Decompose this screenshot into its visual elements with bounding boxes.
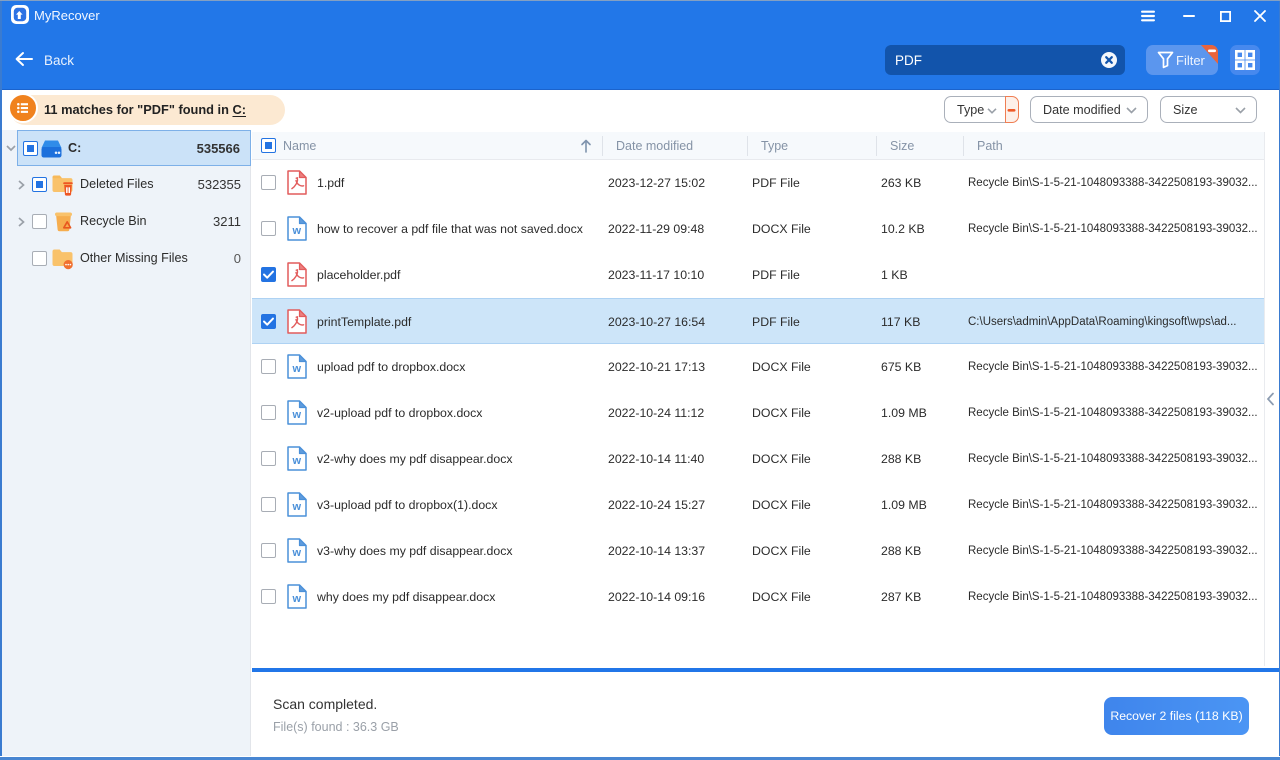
svg-text:w: w	[292, 593, 302, 605]
svg-text:w: w	[292, 547, 302, 559]
svg-text:w: w	[292, 501, 302, 513]
svg-text:w: w	[292, 225, 302, 237]
svg-text:w: w	[292, 363, 302, 375]
svg-text:w: w	[292, 455, 302, 467]
svg-text:w: w	[292, 409, 302, 421]
